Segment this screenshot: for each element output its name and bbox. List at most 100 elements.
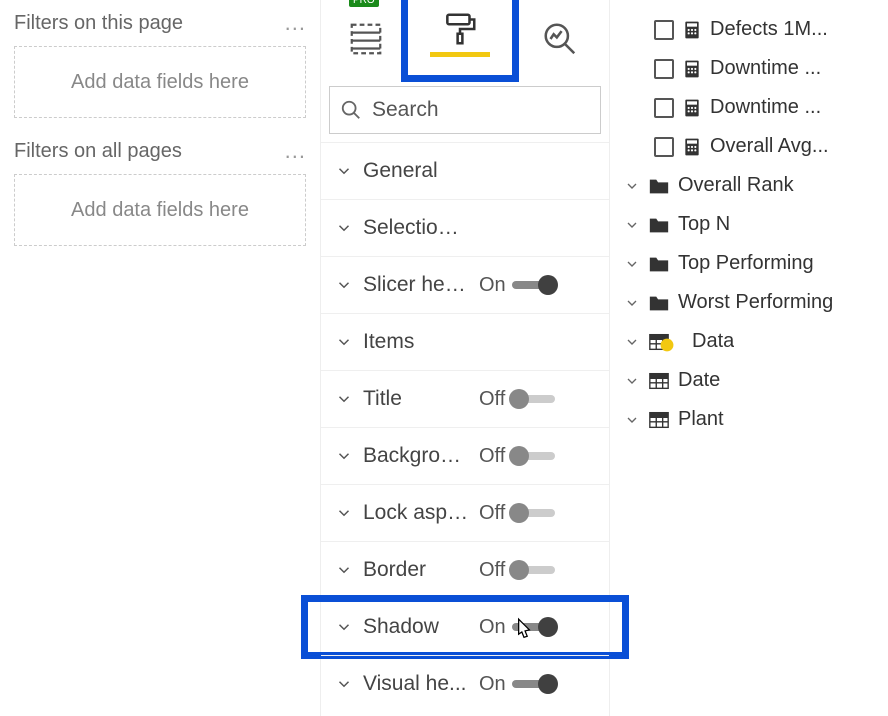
checkbox[interactable] (654, 98, 674, 118)
format-row-backgrou-[interactable]: Backgrou... Off (321, 427, 609, 484)
field-label: Overall Avg... (710, 135, 829, 158)
chevron-down-icon (335, 333, 353, 351)
checkbox[interactable] (654, 20, 674, 40)
format-row-border[interactable]: Border Off (321, 541, 609, 598)
chevron-down-icon (624, 334, 640, 350)
field-label: Data (692, 330, 734, 353)
folder-icon (648, 176, 670, 196)
field-item-top-n[interactable]: Top N (618, 205, 880, 244)
star-badge-icon (660, 338, 674, 352)
chevron-down-icon (335, 219, 353, 237)
format-row-selection-controls[interactable]: Selection controls (321, 199, 609, 256)
checkbox[interactable] (654, 137, 674, 157)
toggle-switch[interactable] (511, 509, 555, 517)
field-item-plant[interactable]: Plant (618, 400, 880, 439)
format-row-items[interactable]: Items (321, 313, 609, 370)
chevron-down-icon (335, 447, 353, 465)
calculator-icon (682, 20, 702, 40)
search-icon (340, 99, 362, 121)
toggle-switch[interactable] (511, 452, 555, 460)
field-label: Top N (678, 213, 730, 236)
folder-icon (648, 254, 670, 274)
format-row-label: Visual he... (363, 672, 469, 696)
chevron-down-icon (624, 373, 640, 389)
field-label: Defects 1M... (710, 18, 828, 41)
format-row-label: Border (363, 558, 469, 582)
chevron-down-icon (335, 162, 353, 180)
filters-on-page-section: Filters on this page ... Add data fields… (14, 10, 306, 118)
format-row-visual-he-[interactable]: Visual he... On (321, 655, 609, 712)
toggle-state-text: Off (479, 388, 505, 411)
format-row-label: Items (363, 330, 469, 354)
visualization-format-panel: PRO (320, 0, 610, 716)
toggle-state-text: Off (479, 445, 505, 468)
calculator-icon (682, 137, 702, 157)
field-label: Downtime ... (710, 96, 821, 119)
filters-on-page-dropzone[interactable]: Add data fields here (14, 46, 306, 118)
format-row-label: Backgrou... (363, 444, 469, 468)
chevron-down-icon (335, 276, 353, 294)
toggle-state-text: On (479, 616, 506, 639)
fields-tab-icon[interactable] (337, 10, 395, 68)
toggle-state-text: On (479, 673, 506, 696)
filters-panel: Filters on this page ... Add data fields… (0, 0, 320, 716)
toggle-switch[interactable] (512, 623, 556, 631)
calculator-icon (682, 59, 702, 79)
toggle-switch[interactable] (512, 281, 556, 289)
checkbox[interactable] (654, 59, 674, 79)
chevron-down-icon (624, 412, 640, 428)
chevron-down-icon (335, 390, 353, 408)
paint-roller-icon (441, 10, 479, 48)
chevron-down-icon (624, 178, 640, 194)
format-row-label: Selection controls (363, 216, 469, 240)
filters-on-page-title: Filters on this page (14, 12, 183, 35)
fields-panel: Defects 1M... Downtime ... Downtime ... Ove… (610, 0, 888, 716)
calculator-icon (682, 98, 702, 118)
format-search-input[interactable]: Search (329, 86, 601, 134)
field-item-overall-avg-[interactable]: Overall Avg... (618, 127, 880, 166)
format-panel-tabs: PRO (321, 0, 609, 86)
toggle-switch[interactable] (511, 395, 555, 403)
chevron-down-icon (335, 618, 353, 636)
filters-on-page-more-icon[interactable]: ... (285, 10, 306, 36)
format-tab-highlighted[interactable] (401, 0, 519, 82)
folder-icon (648, 293, 670, 313)
toggle-state-text: On (479, 274, 506, 297)
field-item-top-performing[interactable]: Top Performing (618, 244, 880, 283)
field-item-defects-m-[interactable]: Defects 1M... (618, 10, 880, 49)
format-row-title[interactable]: TitleOff (321, 370, 609, 427)
active-tab-underline (430, 52, 490, 57)
table-icon (648, 371, 670, 391)
chevron-down-icon (335, 561, 353, 579)
field-label: Worst Performing (678, 291, 833, 314)
format-row-lock-aspe-[interactable]: Lock aspe...Off (321, 484, 609, 541)
search-placeholder: Search (372, 98, 439, 122)
toggle-state-text: Off (479, 559, 505, 582)
toggle-switch[interactable] (511, 566, 555, 574)
field-item-data[interactable]: Data (618, 322, 880, 361)
filters-all-pages-title: Filters on all pages (14, 140, 182, 163)
toggle-state-text: Off (479, 502, 505, 525)
chevron-down-icon (624, 256, 640, 272)
dropzone-text: Add data fields here (71, 71, 249, 94)
filters-all-pages-section: Filters on all pages ... Add data fields… (14, 138, 306, 246)
field-label: Date (678, 369, 720, 392)
format-row-general[interactable]: General (321, 142, 609, 199)
format-row-slicer-hea-[interactable]: Slicer hea...On (321, 256, 609, 313)
format-row-shadow[interactable]: ShadowOn (321, 598, 609, 655)
field-item-date[interactable]: Date (618, 361, 880, 400)
filters-all-pages-dropzone[interactable]: Add data fields here (14, 174, 306, 246)
analytics-tab-icon[interactable] (531, 10, 589, 68)
pro-badge: PRO (349, 0, 379, 7)
field-label: Plant (678, 408, 724, 431)
chevron-down-icon (335, 504, 353, 522)
field-item-downtime-[interactable]: Downtime ... (618, 49, 880, 88)
toggle-switch[interactable] (512, 680, 556, 688)
field-item-overall-rank[interactable]: Overall Rank (618, 166, 880, 205)
chevron-down-icon (335, 675, 353, 693)
field-item-worst-performing[interactable]: Worst Performing (618, 283, 880, 322)
folder-icon (648, 215, 670, 235)
chevron-down-icon (624, 217, 640, 233)
filters-all-pages-more-icon[interactable]: ... (285, 138, 306, 164)
field-item-downtime-[interactable]: Downtime ... (618, 88, 880, 127)
